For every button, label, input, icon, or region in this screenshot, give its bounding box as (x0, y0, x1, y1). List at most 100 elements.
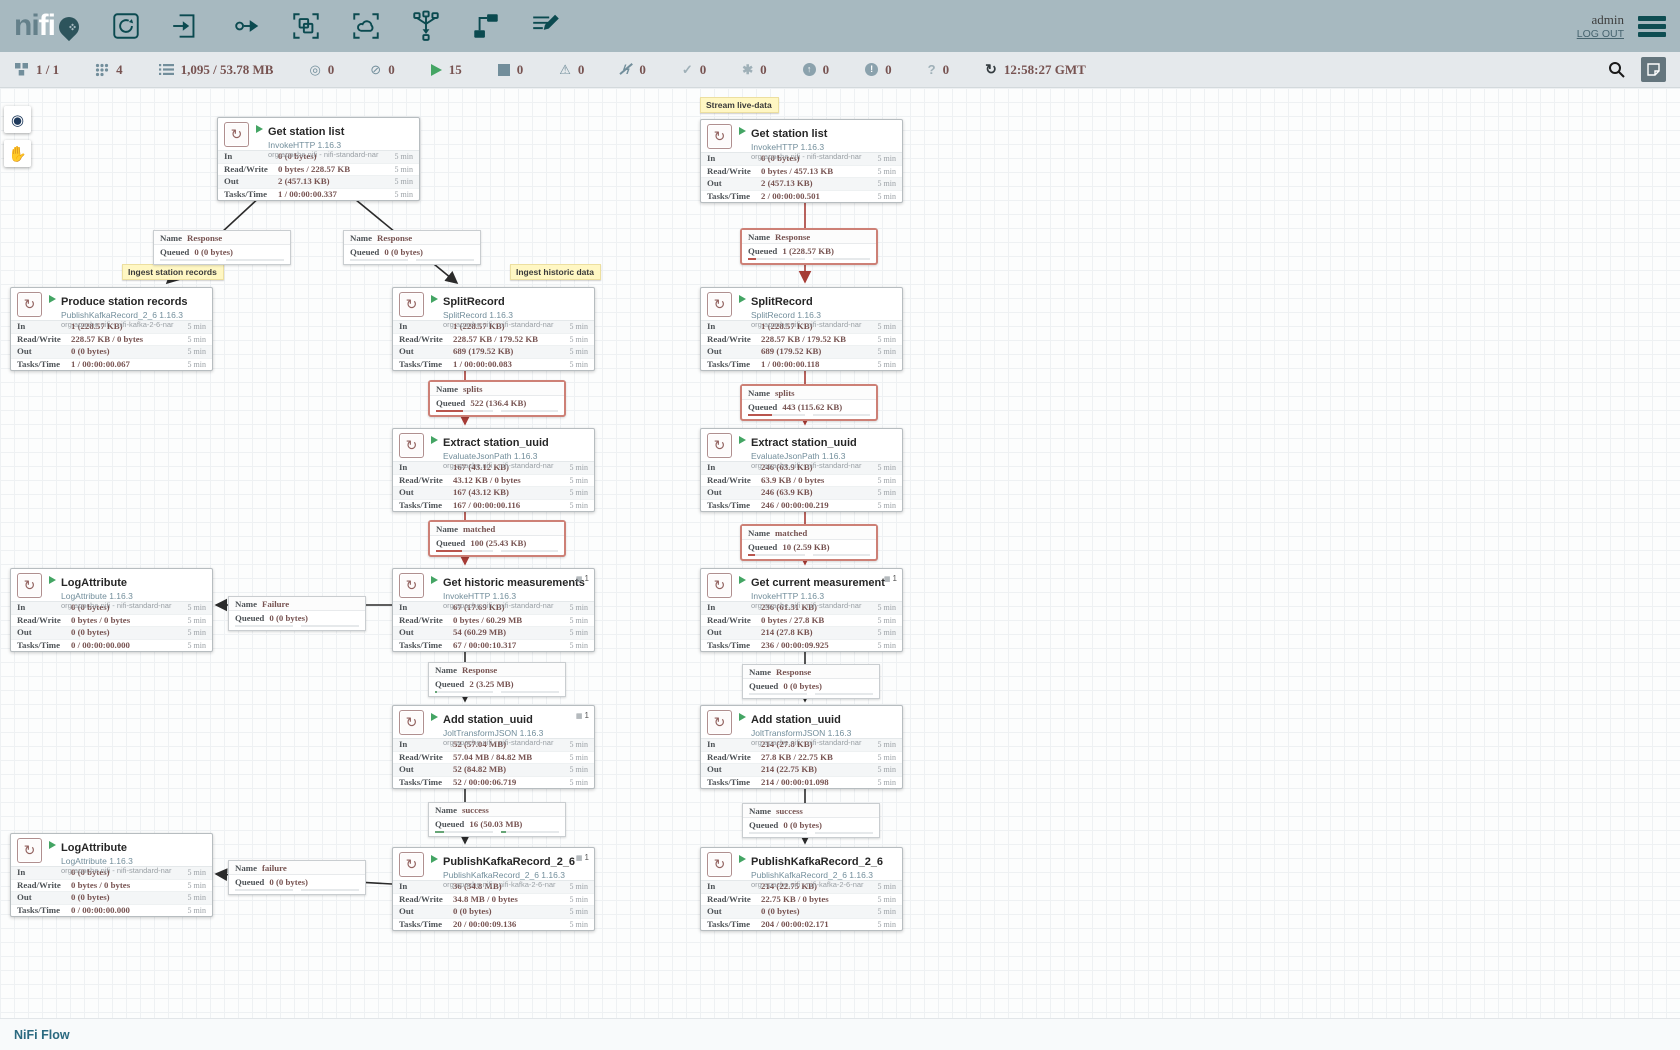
connection-label[interactable]: Name failure Queued 0 (0 bytes) (228, 860, 366, 895)
input-port-icon[interactable] (169, 9, 203, 43)
running-status-icon (739, 713, 746, 721)
processor-type-icon: ↻ (399, 292, 424, 317)
processor-bundle: org.apache.nifi - nifi-standard-nar (443, 738, 553, 747)
funnel-icon[interactable] (409, 9, 443, 43)
connection-label[interactable]: Name Response Queued 1 (228.57 KB) (740, 228, 878, 265)
processor[interactable]: ↻ Add station_uuid JoltTransformJSON 1.1… (700, 705, 903, 789)
refresh-icon[interactable]: ↻ (985, 61, 997, 78)
processor-type-icon: ↻ (399, 433, 424, 458)
connection-label[interactable]: Name matched Queued 100 (25.43 KB) (428, 520, 566, 557)
last-refresh-time: 12:58:27 GMT (1004, 62, 1086, 78)
connection-label[interactable]: Name Response Queued 2 (3.25 MB) (428, 662, 566, 697)
stat-not-transmitting: ⊘ 0 (370, 62, 394, 78)
process-group-icon[interactable] (289, 9, 323, 43)
search-icon[interactable] (1608, 61, 1625, 78)
processor[interactable]: ↻ PublishKafkaRecord_2_6 PublishKafkaRec… (392, 847, 595, 931)
processor-type-icon: ↻ (707, 292, 732, 317)
stat-row-tasks-time: Tasks/Time0 / 00:00:00.0005 min (11, 904, 212, 917)
processor[interactable]: ↻ Produce station records PublishKafkaRe… (10, 287, 213, 371)
logout-link[interactable]: LOG OUT (1577, 28, 1624, 40)
processor[interactable]: ↻ PublishKafkaRecord_2_6 PublishKafkaRec… (700, 847, 903, 931)
processor-bundle: org.apache.nifi - nifi-kafka-2-6-nar (751, 880, 883, 889)
canvas-label[interactable]: Ingest station records (122, 264, 224, 280)
stat-row-read-write: Read/Write0 bytes / 0 bytes5 min (11, 614, 212, 627)
stat-row-read-write: Read/Write0 bytes / 27.8 KB5 min (701, 614, 902, 627)
connection-label[interactable]: Name matched Queued 10 (2.59 KB) (740, 524, 878, 561)
connection-label[interactable]: Name Response Queued 0 (0 bytes) (742, 664, 880, 699)
stat-invalid: ⚠ 0 (559, 62, 584, 78)
question-icon: ? (928, 62, 936, 77)
processor-bundle: org.apache.nifi - nifi-standard-nar (751, 601, 885, 610)
processor-bundle: org.apache.nifi - nifi-standard-nar (443, 320, 553, 329)
processor-icon[interactable] (109, 9, 143, 43)
stat-row-read-write: Read/Write228.57 KB / 179.52 KB5 min (701, 333, 902, 346)
connection-label[interactable]: Name Failure Queued 0 (0 bytes) (228, 596, 366, 631)
connection-queued-value: 1 (228.57 KB) (782, 246, 834, 256)
processor[interactable]: ↻ Get historic measurements InvokeHTTP 1… (392, 568, 595, 652)
stat-row-tasks-time: Tasks/Time67 / 00:00:10.3175 min (393, 639, 594, 652)
stat-row-read-write: Read/Write57.04 MB / 84.82 MB5 min (393, 751, 594, 764)
stat-row-out: Out0 (0 bytes)5 min (11, 626, 212, 639)
processor-type: EvaluateJsonPath 1.16.3 (751, 451, 861, 461)
stat-row-tasks-time: Tasks/Time0 / 00:00:00.0005 min (11, 639, 212, 652)
connection-label[interactable]: Name Response Queued 0 (0 bytes) (343, 230, 481, 265)
processor-name: Extract station_uuid (751, 437, 857, 449)
processor[interactable]: ↻ LogAttribute LogAttribute 1.16.3 org.a… (10, 568, 213, 652)
stat-row-tasks-time: Tasks/Time1 / 00:00:00.3375 min (218, 188, 419, 201)
processor[interactable]: ↻ SplitRecord SplitRecord 1.16.3 org.apa… (700, 287, 903, 371)
connection-relationship-name: Response (775, 232, 810, 242)
stat-row-tasks-time: Tasks/Time204 / 00:00:02.1715 min (701, 918, 902, 931)
stopped-icon (498, 64, 510, 76)
processor[interactable]: ↻ Add station_uuid JoltTransformJSON 1.1… (392, 705, 595, 789)
breadcrumb[interactable]: NiFi Flow (14, 1028, 70, 1042)
processor[interactable]: ↻ LogAttribute LogAttribute 1.16.3 org.a… (10, 833, 213, 917)
processor[interactable]: ↻ Get station list InvokeHTTP 1.16.3 org… (217, 117, 420, 201)
processor-name: Get station list (268, 126, 344, 138)
output-port-icon[interactable] (229, 9, 263, 43)
canvas-label[interactable]: Ingest historic data (510, 264, 601, 280)
global-menu-icon[interactable] (1638, 16, 1666, 37)
running-status-icon (739, 576, 746, 584)
label-icon[interactable] (529, 9, 563, 43)
queue-percent-bars (430, 409, 564, 415)
running-status-icon (431, 576, 438, 584)
operate-palette-button[interactable]: ✋ (4, 140, 31, 167)
connection-queued-value: 0 (0 bytes) (269, 613, 308, 623)
processor[interactable]: ↻ Get current measurement InvokeHTTP 1.1… (700, 568, 903, 652)
connection-label[interactable]: Name Response Queued 0 (0 bytes) (153, 230, 291, 265)
processor[interactable]: ↻ Extract station_uuid EvaluateJsonPath … (392, 428, 595, 512)
connection-relationship-name: matched (775, 528, 807, 538)
processor-type-icon: ↻ (399, 852, 424, 877)
connection-relationship-name: matched (463, 524, 495, 534)
template-icon[interactable] (469, 9, 503, 43)
processor-type: EvaluateJsonPath 1.16.3 (443, 451, 553, 461)
stat-row-out: Out167 (43.12 KB)5 min (393, 486, 594, 499)
stat-row-tasks-time: Tasks/Time1 / 00:00:00.1185 min (701, 358, 902, 371)
flow-canvas[interactable]: ◉ ✋ Ingest station records Ingest histori… (0, 88, 1680, 1018)
connection-relationship-name: splits (775, 388, 795, 398)
cluster-icon (14, 62, 29, 77)
processor-name: LogAttribute (61, 842, 127, 854)
active-threads-badge: ▦ 1 (576, 574, 589, 583)
processor[interactable]: ↻ Extract station_uuid EvaluateJsonPath … (700, 428, 903, 512)
stat-row-out: Out246 (63.9 KB)5 min (701, 486, 902, 499)
exclamation-circle-icon: ! (865, 63, 878, 76)
queue-percent-bars (742, 553, 876, 559)
canvas-label[interactable]: Stream live-data (700, 97, 779, 113)
remote-process-group-icon[interactable] (349, 9, 383, 43)
navigate-palette-button[interactable]: ◉ (4, 106, 31, 133)
connection-label[interactable]: Name success Queued 16 (50.03 MB) (428, 802, 566, 837)
running-status-icon (49, 841, 56, 849)
connection-label[interactable]: Name splits Queued 522 (136.4 KB) (428, 380, 566, 417)
processor[interactable]: ↻ Get station list InvokeHTTP 1.16.3 org… (700, 119, 903, 203)
queue-percent-bars (429, 690, 565, 696)
connection-label[interactable]: Name success Queued 0 (0 bytes) (742, 803, 880, 838)
processor[interactable]: ↻ SplitRecord SplitRecord 1.16.3 org.apa… (392, 287, 595, 371)
connection-label[interactable]: Name splits Queued 443 (115.62 KB) (740, 384, 878, 421)
processor-name: Produce station records (61, 296, 188, 308)
connection-relationship-name: failure (262, 863, 287, 873)
connection-queued-value: 0 (0 bytes) (783, 681, 822, 691)
panel-toggle-button[interactable] (1641, 57, 1666, 82)
stat-up-to-date: ✓ 0 (682, 62, 706, 78)
asterisk-icon: ✱ (742, 62, 753, 78)
